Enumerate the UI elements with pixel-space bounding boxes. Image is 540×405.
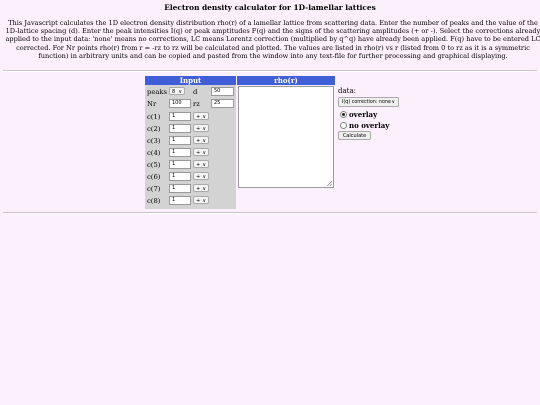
coefficient-label: c(4) (147, 149, 161, 157)
coefficient-value: 1 (172, 113, 176, 119)
chevron-down-icon: ∨ (178, 89, 182, 95)
peaks-select-value: 8 (172, 89, 176, 95)
peaks-label: peaks (147, 88, 168, 96)
correction-select-value: I(q) correction: none (342, 100, 391, 105)
coefficient-value: 1 (172, 185, 176, 191)
correction-select[interactable]: I(q) correction: none ∨ (338, 97, 399, 107)
page-title: Electron density calculator for 1D-lamel… (164, 3, 376, 12)
peaks-select[interactable]: 8 ∨ (169, 87, 185, 95)
bottom-divider (3, 212, 537, 214)
coefficient-input[interactable]: 1 (169, 124, 191, 133)
chevron-down-icon: ∨ (391, 100, 395, 105)
rho-output-textarea[interactable] (238, 86, 334, 188)
coefficient-input[interactable]: 1 (169, 136, 191, 145)
coefficient-row: c(1) 1 + ∨ (145, 112, 236, 123)
sign-select-value: + (196, 198, 201, 204)
intro-text: This Javascript calculates the 1D electr… (4, 19, 540, 60)
coefficient-input[interactable]: 1 (169, 148, 191, 157)
chevron-down-icon: ∨ (202, 138, 206, 144)
d-label: d (193, 88, 198, 96)
chevron-down-icon: ∨ (202, 150, 206, 156)
sign-select[interactable]: + ∨ (193, 136, 209, 144)
no-overlay-label: no overlay (349, 121, 390, 130)
sign-select[interactable]: + ∨ (193, 124, 209, 132)
coefficient-row: c(3) 1 + ∨ (145, 136, 236, 147)
coefficient-input[interactable]: 1 (169, 160, 191, 169)
coefficient-input[interactable]: 1 (169, 172, 191, 181)
nr-input[interactable]: 100 (169, 99, 191, 108)
input-panel: Input peaks 8 ∨ d 50 Nr 100 rz 25 c(1) 1… (145, 76, 236, 209)
coefficient-input[interactable]: 1 (169, 196, 191, 205)
coefficient-label: c(1) (147, 113, 161, 121)
data-label: data: (338, 87, 356, 95)
intro-line: This Javascript calculates the 1D electr… (8, 19, 538, 27)
coefficient-value: 1 (172, 125, 176, 131)
sign-select[interactable]: + ∨ (193, 160, 209, 168)
coefficient-row: c(7) 1 + ∨ (145, 184, 236, 195)
coefficient-row: c(8) 1 + ∨ (145, 196, 236, 207)
nr-row: Nr 100 rz 25 (145, 99, 236, 110)
d-input[interactable]: 50 (211, 87, 234, 96)
coefficient-value: 1 (172, 137, 176, 143)
resize-grip-icon[interactable] (327, 181, 332, 186)
coefficient-row: c(2) 1 + ∨ (145, 124, 236, 135)
sign-select[interactable]: + ∨ (193, 172, 209, 180)
chevron-down-icon: ∨ (202, 186, 206, 192)
coefficient-row: c(4) 1 + ∨ (145, 148, 236, 159)
sign-select[interactable]: + ∨ (193, 148, 209, 156)
rho-panel: rho(r) (237, 76, 335, 188)
sign-select-value: + (196, 114, 201, 120)
chevron-down-icon: ∨ (202, 198, 206, 204)
coefficient-label: c(2) (147, 125, 161, 133)
overlay-label: overlay (349, 110, 378, 119)
coefficient-input[interactable]: 1 (169, 112, 191, 121)
sign-select-value: + (196, 138, 201, 144)
d-input-value: 50 (214, 88, 221, 94)
coefficient-label: c(3) (147, 137, 161, 145)
intro-line: 1D-lattice spacing (d). Enter the peak i… (5, 27, 540, 36)
overlay-radio[interactable] (340, 111, 347, 118)
chevron-down-icon: ∨ (202, 114, 206, 120)
rz-input[interactable]: 25 (211, 99, 234, 108)
intro-line: function) in arbitrary units and can be … (38, 51, 508, 60)
sign-select-value: + (196, 174, 201, 180)
nr-input-value: 100 (172, 100, 182, 106)
coefficient-value: 1 (172, 197, 176, 203)
sign-select-value: + (196, 186, 201, 192)
coefficient-row: c(5) 1 + ∨ (145, 160, 236, 171)
sign-select-value: + (196, 150, 201, 156)
sign-select-value: + (196, 126, 201, 132)
input-panel-header: Input (145, 76, 236, 85)
top-divider (3, 70, 537, 72)
sign-select-value: + (196, 162, 201, 168)
coefficient-label: c(5) (147, 161, 161, 169)
sign-select[interactable]: + ∨ (193, 184, 209, 192)
rz-label: rz (193, 100, 200, 108)
coefficient-row: c(6) 1 + ∨ (145, 172, 236, 183)
coefficient-value: 1 (172, 149, 176, 155)
coefficient-label: c(7) (147, 185, 161, 193)
rz-input-value: 25 (214, 100, 221, 106)
no-overlay-radio[interactable] (340, 122, 347, 129)
sign-select[interactable]: + ∨ (193, 196, 209, 204)
nr-label: Nr (147, 100, 157, 108)
sign-select[interactable]: + ∨ (193, 112, 209, 120)
chevron-down-icon: ∨ (202, 174, 206, 180)
intro-line: corrected. For Nr points rho(r) from r =… (16, 43, 530, 52)
peaks-row: peaks 8 ∨ d 50 (145, 87, 236, 98)
coefficient-value: 1 (172, 173, 176, 179)
coefficient-input[interactable]: 1 (169, 184, 191, 193)
intro-line: applied to the input data: 'none' means … (5, 35, 540, 44)
coefficient-value: 1 (172, 161, 176, 167)
coefficient-label: c(6) (147, 173, 161, 181)
coefficient-label: c(8) (147, 197, 161, 205)
calculate-button[interactable]: Calculate (338, 131, 371, 140)
chevron-down-icon: ∨ (202, 126, 206, 132)
chevron-down-icon: ∨ (202, 162, 206, 168)
rho-panel-header: rho(r) (237, 76, 335, 85)
